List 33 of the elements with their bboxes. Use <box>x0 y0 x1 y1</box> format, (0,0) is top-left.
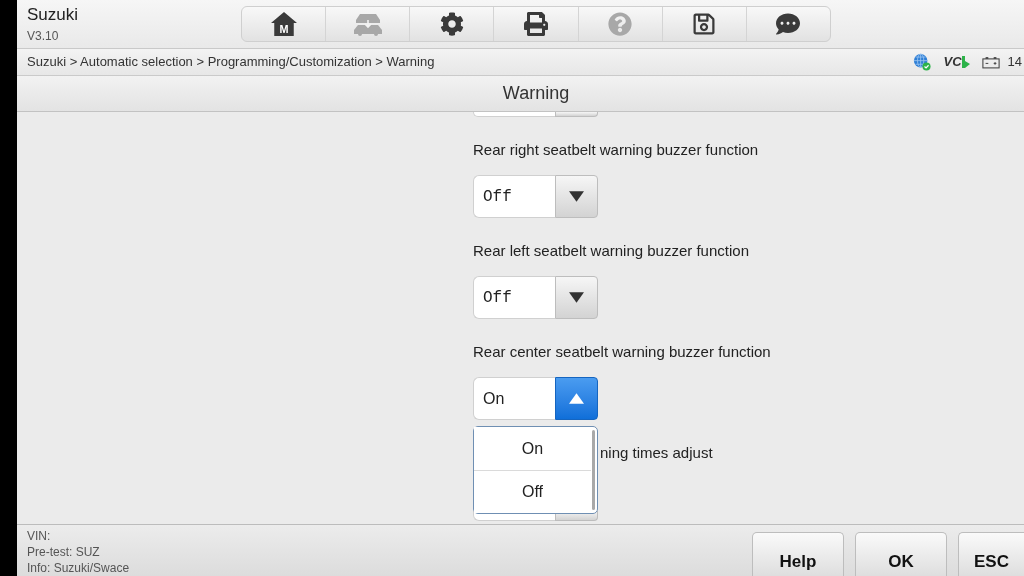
caret-icon <box>569 292 584 303</box>
dropdown-button[interactable] <box>555 175 598 218</box>
vehicle-info-line: Info: Suzuki/Swace <box>27 560 130 576</box>
page-title: Warning <box>502 82 570 105</box>
battery-voltage: 14 <box>1007 53 1022 72</box>
house-icon: M <box>270 12 297 36</box>
breadcrumb: Suzuki > Automatic selection > Programming/Customization > Warning <box>27 53 435 72</box>
dropdown-field[interactable] <box>473 112 555 117</box>
toolbar-button[interactable]: M <box>242 7 326 41</box>
dropdown-button[interactable] <box>555 276 598 319</box>
footer-button[interactable]: OK <box>855 532 947 576</box>
setting-label: Rear center seatbelt warning buzzer function <box>473 342 771 362</box>
app-version: V3.10 <box>27 28 59 44</box>
setting-label: Rear left seatbelt warning buzzer function <box>473 241 749 261</box>
app-title: Suzuki <box>27 4 79 25</box>
dropdown-field[interactable] <box>473 511 555 521</box>
caret-icon <box>569 191 584 202</box>
battery-icon <box>981 55 1000 69</box>
footer-button[interactable]: ESC <box>958 532 1024 576</box>
caret-icon <box>569 393 584 404</box>
vehicle-info-line: VIN: <box>27 528 51 544</box>
dropdown-button[interactable] <box>555 377 598 420</box>
dropdown-field[interactable]: Off <box>473 276 555 319</box>
setting-label: ning times adjust <box>600 443 713 463</box>
vehicle-info-line: Pre-test: SUZ <box>27 544 100 560</box>
dropdown-field[interactable]: Off <box>473 175 555 218</box>
dropdown-option[interactable]: Off <box>474 470 591 513</box>
link-status-icon <box>961 56 970 68</box>
globe-status-icon <box>913 53 932 71</box>
interface-label: VC <box>943 53 962 72</box>
setting-label: Rear right seatbelt warning buzzer function <box>473 140 759 160</box>
footer-button[interactable]: Help <box>752 532 844 576</box>
dropdown-field[interactable]: On <box>473 377 555 420</box>
